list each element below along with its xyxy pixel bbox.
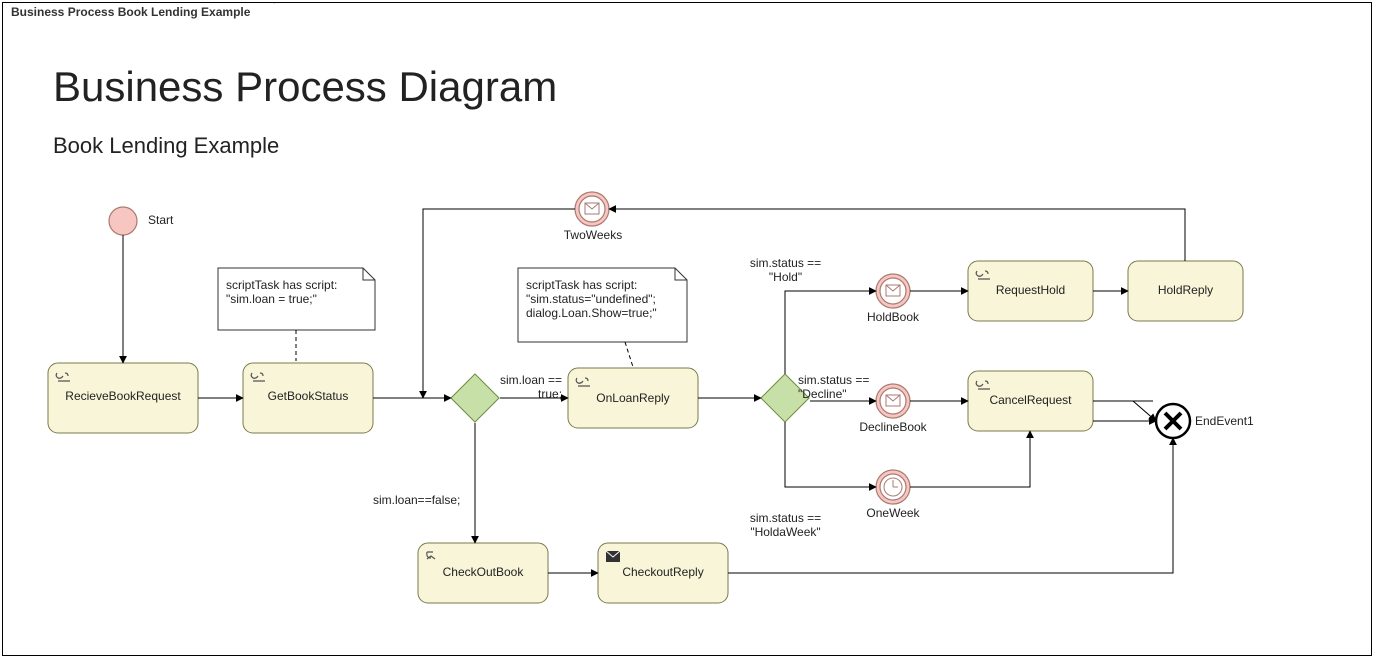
cond-holdaweek: sim.status == "HoldaWeek" xyxy=(738,511,833,539)
event-holdbook-label: HoldBook xyxy=(863,310,923,324)
cond-loan-false: sim.loan==false; xyxy=(373,493,460,507)
diagram-canvas xyxy=(3,3,1373,657)
gateway-loan[interactable] xyxy=(451,374,499,422)
start-label: Start xyxy=(148,213,173,227)
task-cancelrequest-label: CancelRequest xyxy=(978,393,1083,407)
task-checkoutreply-label: CheckoutReply xyxy=(608,565,718,579)
end-event[interactable] xyxy=(1156,404,1190,438)
event-two-weeks[interactable] xyxy=(575,192,609,226)
task-requesthold-label: RequestHold xyxy=(978,283,1083,297)
note1-text: scriptTask has script: "sim.loan = true;… xyxy=(226,278,337,306)
diagram-frame: Business Process Book Lending Example Bu… xyxy=(2,2,1372,656)
event-oneweek-label: OneWeek xyxy=(863,506,923,520)
task-onloan-label: OnLoanReply xyxy=(578,391,688,405)
cond-decline: sim.status == "Decline" xyxy=(798,373,883,401)
task-getstatus-label: GetBookStatus xyxy=(253,389,363,403)
cond-loan-true: sim.loan == true; xyxy=(500,373,562,401)
event-end-label: EndEvent1 xyxy=(1195,414,1254,428)
start-event[interactable] xyxy=(109,207,137,235)
cond-hold: sim.status == "Hold" xyxy=(743,256,828,284)
event-twoweeks-label: TwoWeeks xyxy=(563,228,623,242)
note2-text: scriptTask has script: "sim.status="unde… xyxy=(526,278,657,320)
event-one-week[interactable] xyxy=(876,470,910,504)
event-declinebook-label: DeclineBook xyxy=(855,420,931,434)
task-recieve-label: RecieveBookRequest xyxy=(58,389,188,403)
task-checkout-label: CheckOutBook xyxy=(428,565,538,579)
event-hold-book[interactable] xyxy=(876,274,910,308)
task-holdreply-label: HoldReply xyxy=(1138,283,1233,297)
